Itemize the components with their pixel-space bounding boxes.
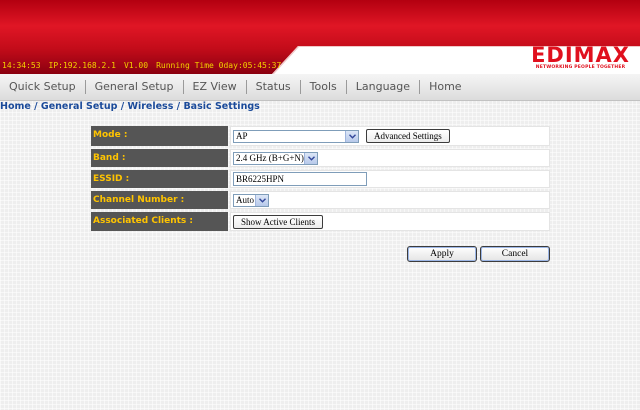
nav-home[interactable]: Home [420, 80, 470, 94]
chevron-down-icon [345, 130, 358, 142]
ip-text: IP:192.168.2.1 [48, 61, 116, 70]
band-row: Band : 2.4 GHz (B+G+N) [91, 149, 550, 167]
cancel-button[interactable]: Cancel [480, 246, 550, 262]
header-banner: 14:34:53 IP:192.168.2.1 V1.00 Running Time … [0, 0, 640, 74]
apply-button[interactable]: Apply [407, 246, 477, 262]
logo-tagline: NETWORKING PEOPLE TOGETHER [535, 65, 626, 70]
essid-input[interactable]: BR6225HPN [233, 172, 367, 186]
band-label: Band : [91, 149, 228, 167]
mode-row: Mode : AP Advanced Settings [91, 126, 550, 146]
advanced-settings-button[interactable]: Advanced Settings [366, 129, 450, 143]
essid-label: ESSID : [91, 170, 228, 188]
channel-value-cell: Auto [230, 191, 550, 209]
logo-wordmark: EDIMAX [531, 43, 630, 67]
nav-ez-view[interactable]: EZ View [184, 80, 247, 94]
edimax-logo: EDIMAX NETWORKING PEOPLE TOGETHER [531, 44, 630, 70]
channel-select-value: Auto [236, 194, 254, 205]
channel-row: Channel Number : Auto [91, 191, 550, 209]
nav-quick-setup[interactable]: Quick Setup [0, 80, 86, 94]
clients-row: Associated Clients : Show Active Clients [91, 212, 550, 231]
band-select-value: 2.4 GHz (B+G+N) [236, 152, 304, 163]
band-value-cell: 2.4 GHz (B+G+N) [230, 149, 550, 167]
mode-select[interactable]: AP [233, 129, 359, 143]
mode-select-value: AP [236, 130, 248, 141]
nav-general-setup[interactable]: General Setup [86, 80, 184, 94]
band-select[interactable]: 2.4 GHz (B+G+N) [233, 151, 318, 165]
channel-select[interactable]: Auto [233, 193, 269, 207]
status-line: 14:34:53 IP:192.168.2.1 V1.00 Running Time … [2, 61, 289, 70]
essid-row: ESSID : BR6225HPN [91, 170, 550, 188]
version-text: V1.00 [123, 61, 149, 70]
show-active-clients-button[interactable]: Show Active Clients [233, 214, 323, 229]
wireless-basic-settings-form: Mode : AP Advanced Settings Band : 2.4 G… [91, 126, 550, 234]
chevron-down-icon [255, 194, 268, 206]
cancel-wrap: Cancel [480, 246, 550, 262]
mode-label: Mode : [91, 126, 228, 146]
main-nav: Quick Setup General Setup EZ View Status… [0, 74, 640, 101]
nav-language[interactable]: Language [347, 80, 421, 94]
nav-tools[interactable]: Tools [301, 80, 347, 94]
nav-status[interactable]: Status [247, 80, 301, 94]
mode-value-cell: AP Advanced Settings [230, 126, 550, 146]
essid-value-cell: BR6225HPN [230, 170, 550, 188]
clients-label: Associated Clients : [91, 212, 228, 231]
breadcrumb: Home / General Setup / Wireless / Basic … [0, 101, 260, 112]
apply-wrap: Apply [407, 246, 477, 262]
running-time-text: Running Time 0day:05:45:37 [156, 61, 282, 70]
channel-label: Channel Number : [91, 191, 228, 209]
clients-value-cell: Show Active Clients [230, 212, 550, 231]
chevron-down-icon [304, 152, 317, 164]
clock-text: 14:34:53 [2, 61, 41, 70]
